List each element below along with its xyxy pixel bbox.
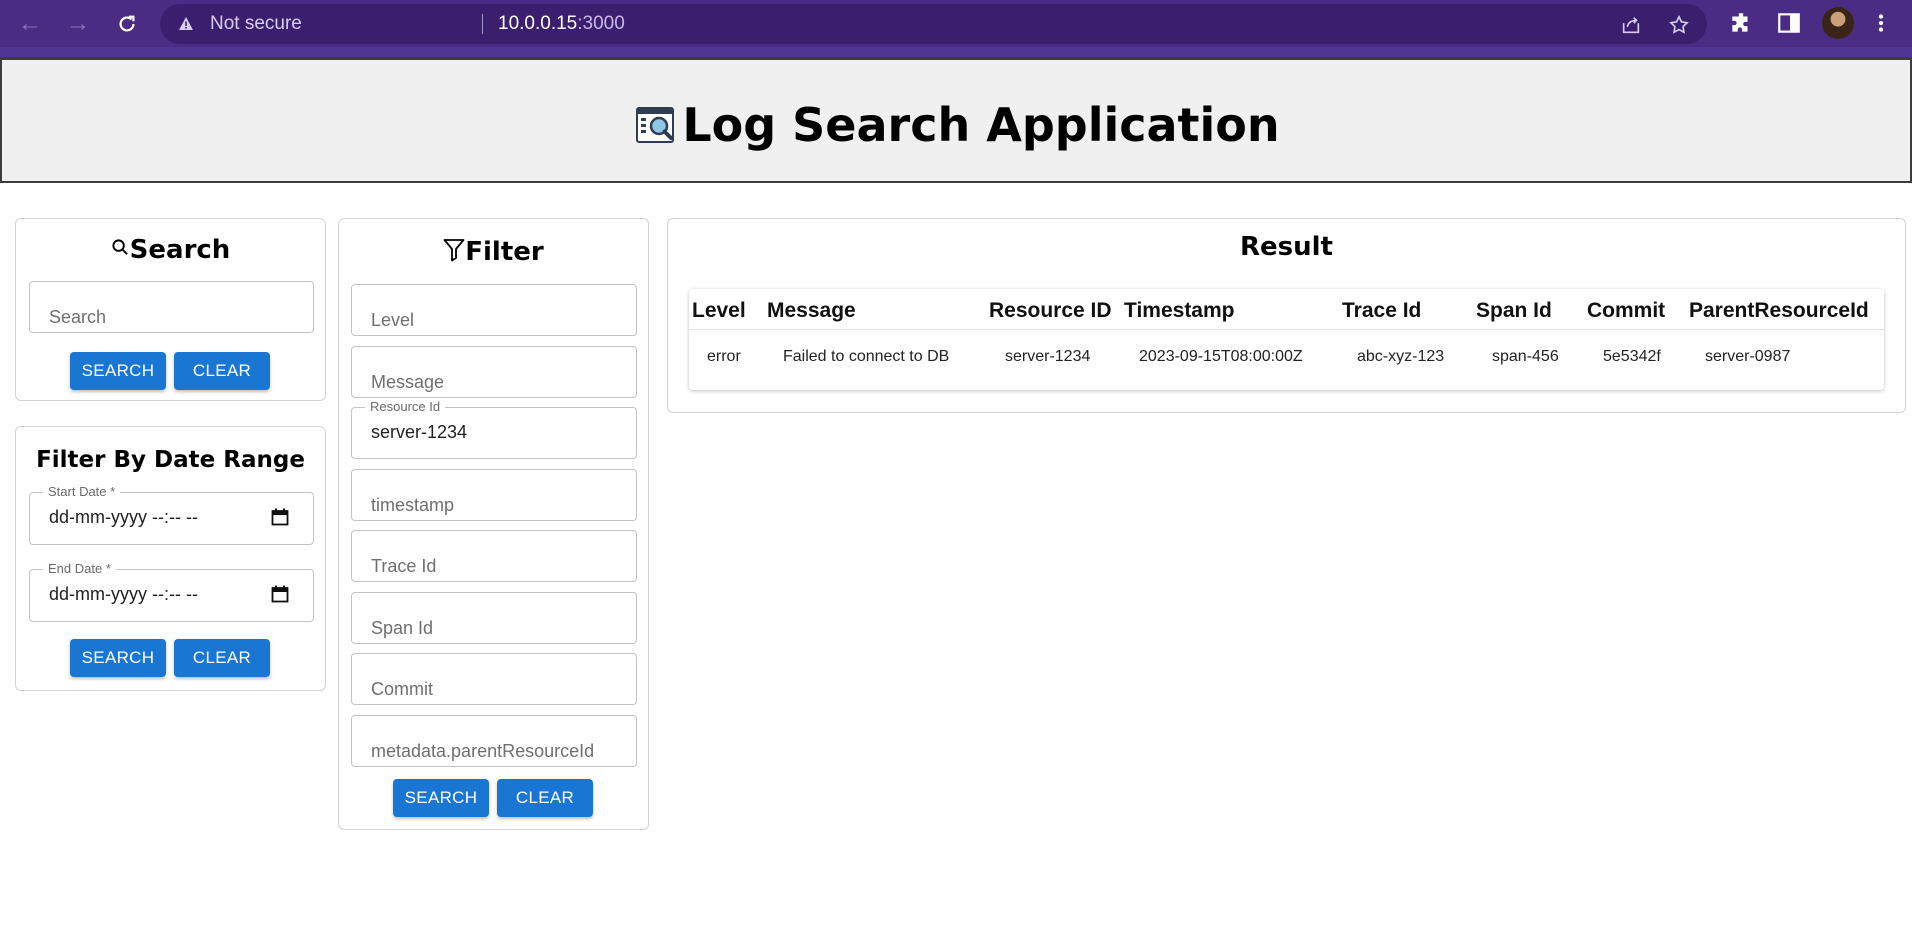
page-title: Log Search Application — [2, 98, 1912, 152]
timestamp-placeholder: timestamp — [371, 495, 455, 515]
search-button[interactable]: SEARCH — [70, 352, 166, 390]
share-icon[interactable] — [1620, 14, 1642, 36]
date-range-title: Filter By Date Range — [36, 447, 305, 473]
column-header-parent-resource-id[interactable]: ParentResourceId — [1689, 299, 1869, 323]
resource-id-value: server-1234 — [371, 422, 468, 442]
date-range-panel: Filter By Date Range Start Date * dd-mm-… — [15, 426, 326, 691]
security-label: Not secure — [210, 13, 302, 34]
menu-icon[interactable] — [1874, 10, 1888, 36]
cell-level: error — [707, 348, 741, 365]
filter-icon — [443, 239, 465, 262]
warning-icon — [179, 17, 193, 30]
filter-clear-button[interactable]: CLEAR — [497, 779, 593, 817]
parent-resource-id-field[interactable]: metadata.parentResourceId — [351, 715, 637, 767]
side-panel-icon[interactable] — [1776, 10, 1802, 36]
address-separator — [482, 14, 483, 34]
message-field[interactable]: Message — [351, 346, 637, 398]
trace-id-placeholder: Trace Id — [371, 556, 437, 576]
cell-commit: 5e5342f — [1603, 348, 1661, 365]
column-header-span-id[interactable]: Span Id — [1476, 299, 1552, 323]
cell-trace-id: abc-xyz-123 — [1357, 348, 1445, 365]
level-field[interactable]: Level — [351, 284, 637, 336]
forward-icon[interactable]: → — [62, 8, 94, 40]
span-id-field[interactable]: Span Id — [351, 592, 637, 644]
search-input[interactable]: Search — [29, 281, 314, 333]
cell-resource-id: server-1234 — [1005, 348, 1091, 365]
result-title: Result — [1240, 232, 1333, 262]
app-header: Log Search Application — [0, 57, 1912, 183]
resource-id-field[interactable]: Resource Id server-1234 — [351, 399, 637, 459]
commit-placeholder: Commit — [371, 679, 433, 699]
end-date-value: dd-mm-yyyy --:-- -- — [49, 584, 198, 604]
filter-panel-title: Filter — [339, 237, 648, 267]
start-date-value: dd-mm-yyyy --:-- -- — [49, 507, 198, 527]
span-id-placeholder: Span Id — [371, 618, 434, 638]
level-placeholder: Level — [371, 310, 415, 330]
back-icon[interactable]: ← — [14, 8, 46, 40]
star-icon[interactable] — [1668, 14, 1690, 36]
search-input-placeholder: Search — [49, 307, 107, 327]
cell-message: Failed to connect to DB — [783, 348, 950, 365]
date-clear-button[interactable]: CLEAR — [174, 639, 270, 677]
column-header-commit[interactable]: Commit — [1587, 299, 1665, 323]
extensions-icon[interactable] — [1728, 10, 1754, 36]
search-panel: Search Search SEARCH CLEAR — [15, 218, 326, 401]
cell-timestamp: 2023-09-15T08:00:00Z — [1139, 348, 1303, 365]
page-title-text: Log Search Application — [682, 98, 1280, 152]
filter-panel: Filter Level Message Resource Id server-… — [338, 218, 649, 830]
cell-span-id: span-456 — [1492, 348, 1559, 365]
clear-search-button[interactable]: CLEAR — [174, 352, 270, 390]
end-date-field[interactable]: End Date * dd-mm-yyyy --:-- -- — [29, 561, 314, 622]
search-panel-title: Search — [16, 235, 325, 265]
column-header-level[interactable]: Level — [692, 299, 746, 323]
search-icon — [112, 239, 128, 255]
header-divider — [689, 329, 1884, 330]
calendar-icon[interactable] — [271, 508, 289, 526]
column-header-resource-id[interactable]: Resource ID — [989, 299, 1112, 323]
address-bar[interactable]: Not secure 10.0.0.15:3000 — [160, 4, 1707, 44]
filter-search-button[interactable]: SEARCH — [393, 779, 489, 817]
start-date-field[interactable]: Start Date * dd-mm-yyyy --:-- -- — [29, 484, 314, 545]
commit-field[interactable]: Commit — [351, 653, 637, 705]
end-date-label: End Date * — [43, 561, 116, 576]
result-table: Level Message Resource ID Timestamp Trac… — [689, 289, 1884, 390]
browser-toolbar: ← → Not secure 10.0.0.15:3000 — [0, 0, 1912, 57]
reload-icon[interactable] — [111, 8, 143, 40]
tab-strip — [0, 47, 1912, 57]
url-text: 10.0.0.15:3000 — [498, 13, 625, 34]
message-placeholder: Message — [371, 372, 445, 392]
column-header-timestamp[interactable]: Timestamp — [1124, 299, 1235, 323]
log-app-icon — [636, 107, 675, 143]
column-header-message[interactable]: Message — [767, 299, 856, 323]
start-date-label: Start Date * — [43, 484, 121, 499]
date-search-button[interactable]: SEARCH — [70, 639, 166, 677]
resource-id-label: Resource Id — [365, 399, 446, 414]
parent-resource-id-placeholder: metadata.parentResourceId — [371, 741, 595, 761]
cell-parent-resource-id: server-0987 — [1705, 348, 1791, 365]
calendar-icon[interactable] — [271, 585, 289, 603]
trace-id-field[interactable]: Trace Id — [351, 530, 637, 582]
timestamp-field[interactable]: timestamp — [351, 469, 637, 521]
avatar[interactable] — [1822, 7, 1854, 39]
column-header-trace-id[interactable]: Trace Id — [1342, 299, 1421, 323]
